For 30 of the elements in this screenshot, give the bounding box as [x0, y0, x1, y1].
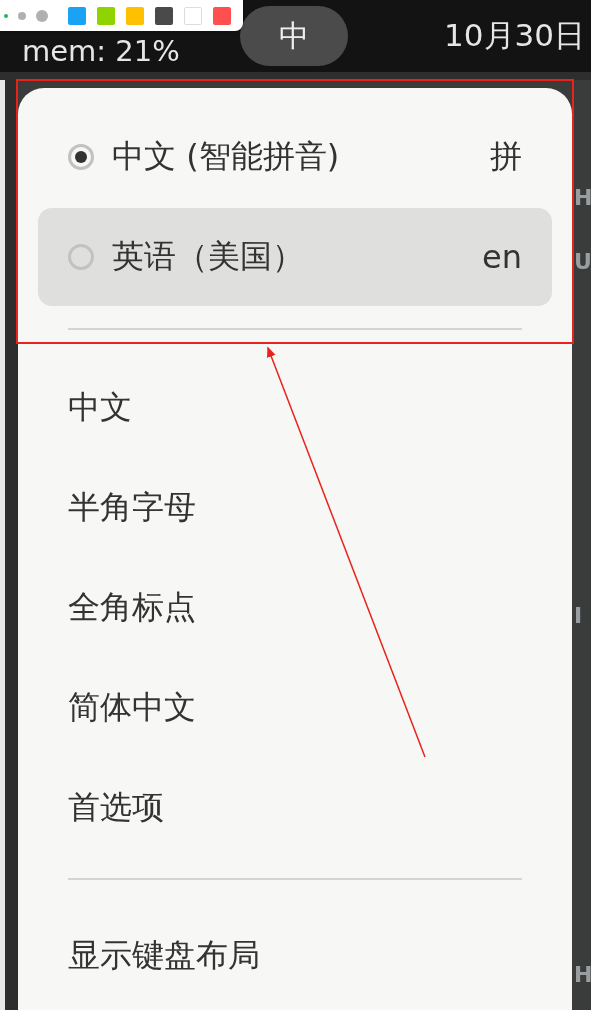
- date-text[interactable]: 10月30日: [444, 15, 585, 57]
- color-swatch[interactable]: [97, 6, 115, 25]
- background-text: U: [574, 250, 591, 274]
- pen-size-dot[interactable]: [36, 9, 48, 22]
- input-method-item[interactable]: 中文 (智能拼音) 拼: [38, 108, 552, 206]
- status-text: mem: 21%: [22, 35, 181, 67]
- color-swatch[interactable]: [213, 6, 231, 25]
- background-text: H: [574, 186, 591, 210]
- color-swatch[interactable]: [68, 6, 86, 25]
- menu-item[interactable]: 简体中文: [38, 658, 552, 758]
- pen-size-dot[interactable]: [4, 13, 8, 18]
- input-method-code: en: [482, 238, 522, 276]
- input-method-item[interactable]: 英语（美国） en: [38, 208, 552, 306]
- input-method-label: 英语（美国）: [112, 236, 304, 277]
- menu-item[interactable]: 显示键盘布局: [38, 906, 552, 1006]
- background-text: I: [574, 604, 584, 628]
- menu-item[interactable]: 半角字母: [38, 458, 552, 558]
- pen-size-dot[interactable]: [18, 11, 26, 20]
- radio-button[interactable]: [68, 244, 94, 270]
- radio-button[interactable]: [68, 144, 94, 170]
- menu-item[interactable]: 全角标点: [38, 558, 552, 658]
- menu-item[interactable]: 中文: [38, 358, 552, 458]
- color-swatch[interactable]: [126, 6, 144, 25]
- input-method-code: 拼: [490, 136, 522, 177]
- input-method-indicator[interactable]: 中: [240, 6, 348, 66]
- input-method-label: 中文 (智能拼音): [112, 136, 340, 177]
- background-text: H: [574, 963, 591, 987]
- menu-item[interactable]: 首选项: [38, 758, 552, 858]
- color-swatch[interactable]: [155, 6, 173, 25]
- color-swatch[interactable]: [184, 6, 202, 25]
